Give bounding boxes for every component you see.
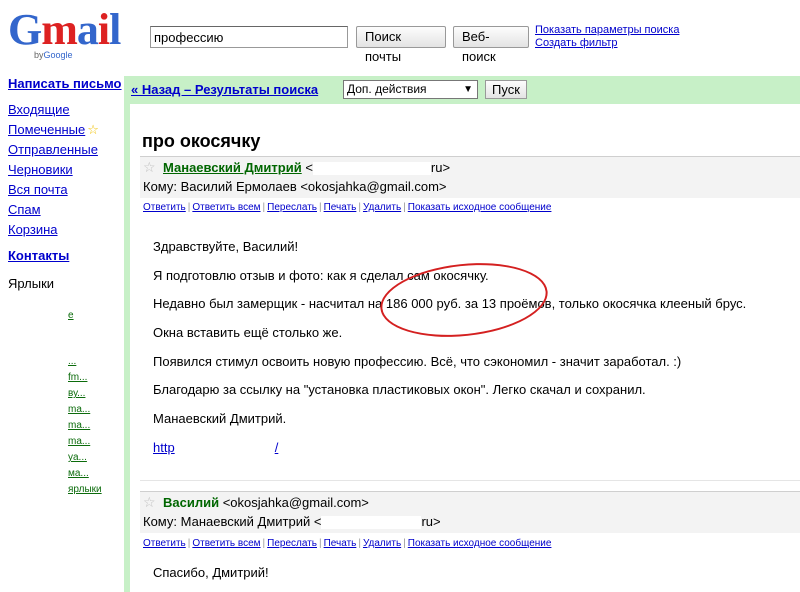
- label-fragment[interactable]: ma...: [68, 420, 90, 431]
- label-fragment[interactable]: ву...: [68, 388, 85, 399]
- star-icon[interactable]: ☆: [143, 494, 156, 511]
- thread-subject: про окосячку: [142, 131, 261, 151]
- reply-all-link[interactable]: Ответить всем: [192, 202, 260, 213]
- sidebar-item-sent[interactable]: Отправленные: [8, 141, 122, 161]
- dropdown-arrow-icon: ▼: [463, 84, 473, 95]
- reply-all-link[interactable]: Ответить всем: [192, 538, 260, 549]
- compose-link[interactable]: Написать письмо: [8, 76, 122, 91]
- message-link[interactable]: http /: [153, 440, 278, 456]
- star-icon: ☆: [87, 122, 99, 137]
- message-header[interactable]: ☆ Манаевский Дмитрий < ru> Кому: Василий …: [140, 156, 800, 198]
- sidebar-item-spam[interactable]: Спам: [8, 201, 122, 221]
- sender-line: Манаевский Дмитрий < ru>: [163, 160, 451, 176]
- back-to-results-link[interactable]: « Назад – Результаты поиска: [131, 82, 318, 97]
- message-body-line: Благодарю за ссылку на "установка пласти…: [153, 382, 646, 397]
- show-original-link[interactable]: Показать исходное сообщение: [408, 202, 552, 213]
- sidebar-item-all-mail[interactable]: Вся почта: [8, 181, 122, 201]
- redacted-url: [174, 441, 275, 456]
- message-header[interactable]: ☆ Василий <okosjahka@gmail.com> Кому: Ма…: [140, 491, 800, 533]
- message-body-line: Здравствуйте, Василий!: [153, 239, 299, 254]
- gmail-logo[interactable]: Gmail byGoogle: [8, 6, 133, 62]
- labels-heading: Ярлыки: [8, 276, 55, 291]
- sidebar-item-starred[interactable]: Помеченные: [8, 122, 85, 137]
- message-actions: Ответить | Ответить всем | Переслать | Печать |…: [143, 202, 552, 213]
- label-fragment[interactable]: ярлыки: [68, 484, 102, 495]
- create-filter-link[interactable]: Создать фильтр: [535, 37, 679, 50]
- label-fragment[interactable]: ма...: [68, 468, 89, 479]
- by-google-label: byGoogle: [34, 50, 73, 60]
- message-body-line: Появился стимул освоить новую профессию.…: [153, 354, 682, 369]
- message-body-line: Спасибо, Дмитрий!: [153, 565, 269, 580]
- search-input[interactable]: [150, 26, 348, 48]
- more-actions-select[interactable]: Доп. действия ▼: [343, 80, 478, 99]
- recipient-line: Кому: Манаевский Дмитрий < ru>: [143, 514, 441, 530]
- search-options-links: Показать параметры поиска Создать фильтр: [535, 24, 679, 50]
- sender-line: Василий <okosjahka@gmail.com>: [163, 495, 369, 510]
- sidebar-item-drafts[interactable]: Черновики: [8, 161, 122, 181]
- gmail-logo-wordmark: Gmail: [8, 5, 121, 54]
- print-link[interactable]: Печать: [324, 202, 357, 213]
- delete-link[interactable]: Удалить: [363, 202, 401, 213]
- print-link[interactable]: Печать: [324, 538, 357, 549]
- forward-link[interactable]: Переслать: [267, 202, 317, 213]
- sidebar-item-inbox[interactable]: Входящие: [8, 101, 122, 121]
- label-fragment[interactable]: ...: [68, 356, 76, 367]
- message-body-line: Манаевский Дмитрий.: [153, 411, 287, 426]
- mailbox-nav: Входящие Помеченные ☆ Отправленные Чернов…: [8, 101, 122, 241]
- label-fragment[interactable]: ma...: [68, 436, 90, 447]
- sender-name[interactable]: Манаевский Дмитрий: [163, 160, 302, 175]
- reply-link[interactable]: Ответить: [143, 538, 186, 549]
- show-original-link[interactable]: Показать исходное сообщение: [408, 538, 552, 549]
- label-fragment[interactable]: ya...: [68, 452, 87, 463]
- sidebar-item-starred-row: Помеченные ☆: [8, 121, 122, 141]
- star-icon[interactable]: ☆: [143, 159, 156, 176]
- recipient-line: Кому: Василий Ермолаев <okosjahka@gmail.…: [143, 179, 447, 194]
- delete-link[interactable]: Удалить: [363, 538, 401, 549]
- show-search-options-link[interactable]: Показать параметры поиска: [535, 24, 679, 37]
- go-button[interactable]: Пуск: [485, 80, 527, 99]
- contacts-link[interactable]: Контакты: [8, 248, 69, 263]
- message-body-line: Окна вставить ещё столько же.: [153, 325, 343, 340]
- message-actions: Ответить | Ответить всем | Переслать | Печать |…: [143, 538, 552, 549]
- web-search-button[interactable]: Веб-поиск: [453, 26, 529, 64]
- forward-link[interactable]: Переслать: [267, 538, 317, 549]
- redacted-email: [312, 162, 431, 176]
- label-fragment[interactable]: ma...: [68, 404, 90, 415]
- sender-name[interactable]: Василий: [163, 495, 219, 510]
- label-fragment[interactable]: fm...: [68, 372, 87, 383]
- sidebar-item-trash[interactable]: Корзина: [8, 221, 122, 241]
- redacted-email: [321, 516, 422, 530]
- reply-link[interactable]: Ответить: [143, 202, 186, 213]
- label-fragment[interactable]: е: [68, 310, 74, 321]
- search-mail-button[interactable]: Поиск почты: [356, 26, 446, 64]
- message-divider: [140, 480, 800, 481]
